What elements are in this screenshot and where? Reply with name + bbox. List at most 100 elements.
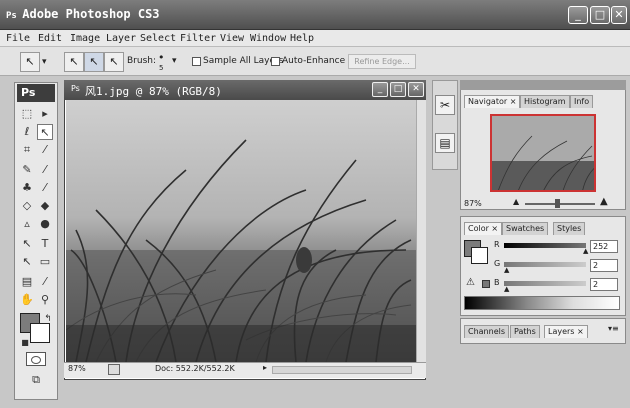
menu-edit[interactable]: Edit — [38, 33, 62, 44]
minimize-button[interactable]: _ — [568, 6, 588, 24]
menu-layer[interactable]: Layer — [106, 33, 136, 44]
brush-tool-icon[interactable]: ⁄ — [37, 162, 53, 178]
menu-filter[interactable]: Filter — [180, 33, 216, 44]
clone-stamp-icon[interactable]: ♣ — [19, 180, 35, 196]
navigator-slider-thumb[interactable] — [555, 199, 560, 208]
quick-select-tool-icon[interactable]: ↖ — [37, 124, 53, 140]
swap-colors-icon[interactable]: ↰ — [40, 311, 56, 327]
new-selection-button[interactable]: ↖ — [64, 52, 84, 72]
tab-paths[interactable]: Paths — [510, 325, 540, 338]
healing-brush-icon[interactable]: ✎ — [19, 162, 35, 178]
doc-minimize-button[interactable]: _ — [372, 82, 388, 97]
g-label: G — [494, 259, 501, 268]
b-value-field[interactable]: 2 — [590, 278, 618, 291]
tab-styles[interactable]: Styles — [553, 222, 586, 235]
notes-tool-icon[interactable]: ▤ — [19, 274, 35, 290]
blur-tool-icon[interactable]: ▵ — [19, 216, 35, 232]
b-label: B — [494, 278, 500, 287]
status-menu-button[interactable] — [108, 364, 120, 375]
tab-navigator[interactable]: Navigator × — [464, 95, 521, 108]
screen-mode-icon[interactable]: ⧉ — [28, 372, 44, 388]
document-icon: Ps — [71, 84, 80, 93]
b-slider[interactable] — [504, 281, 586, 286]
doc-close-button[interactable]: ✕ — [408, 82, 424, 97]
subtract-selection-icon: ↖ — [109, 55, 119, 68]
tab-color[interactable]: Color × — [464, 222, 503, 235]
dodge-tool-icon[interactable]: ● — [37, 216, 53, 232]
brush-preview[interactable]: • — [158, 51, 165, 64]
path-select-icon[interactable]: ↖ — [19, 236, 35, 252]
ps-icon: Ps — [6, 11, 23, 21]
document-vertical-scrollbar[interactable] — [416, 100, 426, 362]
g-value-field[interactable]: 2 — [590, 259, 618, 272]
zoom-in-icon[interactable]: ▲ — [600, 196, 608, 207]
navigator-thumbnail[interactable] — [490, 114, 596, 192]
auto-enhance-checkbox[interactable] — [271, 57, 280, 66]
default-colors-icon[interactable]: ■ — [17, 335, 33, 351]
tab-layers[interactable]: Layers × — [544, 325, 588, 338]
color-background-swatch[interactable] — [471, 247, 488, 264]
subtract-selection-button[interactable]: ↖ — [104, 52, 124, 72]
shape-tool-icon[interactable]: ▭ — [37, 254, 53, 270]
status-arrow-icon[interactable]: ▸ — [263, 363, 267, 372]
window-title: Ps Adobe Photoshop CS3 — [6, 7, 160, 21]
marquee-tool-icon[interactable]: ⬚ — [19, 106, 35, 122]
brush-size: 5 — [159, 64, 164, 72]
close-button[interactable]: ✕ — [611, 6, 627, 24]
gamut-warning-icon[interactable]: ⚠ — [466, 277, 475, 288]
r-slider-thumb[interactable]: ▲ — [583, 247, 588, 255]
r-slider[interactable] — [504, 243, 586, 248]
layer-comps-icon[interactable]: ▤ — [435, 133, 455, 153]
quick-select-icon: ↖ — [25, 55, 35, 68]
document-title: 风1.jpg @ 87% (RGB/8) — [85, 85, 222, 98]
navigator-zoom-slider[interactable] — [525, 203, 595, 205]
gamut-color-chip[interactable] — [482, 280, 490, 288]
paint-bucket-icon[interactable]: ◆ — [37, 198, 53, 214]
preset-dropdown-arrow[interactable]: ▾ — [42, 57, 47, 67]
menu-window[interactable]: Window — [250, 33, 286, 44]
document-size: Doc: 552.2K/552.2K — [155, 364, 235, 373]
crop-tool-icon[interactable]: ⌗ — [19, 142, 35, 158]
history-brush-icon[interactable]: ⁄ — [37, 180, 53, 196]
lasso-tool-icon[interactable]: ℓ — [19, 124, 35, 140]
sample-all-layers-checkbox[interactable] — [192, 57, 201, 66]
image-canvas[interactable] — [66, 100, 416, 362]
zoom-level[interactable]: 87% — [68, 364, 86, 373]
eyedropper-tool-icon[interactable]: ⁄ — [37, 142, 53, 158]
tab-histogram[interactable]: Histogram — [520, 95, 570, 108]
layers-panel-menu-icon[interactable]: ▾≡ — [608, 324, 619, 333]
r-value-field[interactable]: 252 — [590, 240, 618, 253]
eraser-tool-icon[interactable]: ◇ — [19, 198, 35, 214]
tab-swatches[interactable]: Swatches — [502, 222, 549, 235]
menu-select[interactable]: Select — [140, 33, 176, 44]
navigator-panel-header[interactable] — [460, 80, 626, 90]
g-slider-thumb[interactable]: ▲ — [504, 266, 509, 274]
zoom-tool-icon[interactable]: ⚲ — [37, 292, 53, 308]
tab-channels[interactable]: Channels — [464, 325, 510, 338]
add-selection-button[interactable]: ↖ — [84, 52, 104, 72]
refine-edge-button[interactable]: Refine Edge... — [348, 54, 416, 69]
menu-help[interactable]: Help — [290, 33, 314, 44]
doc-maximize-button[interactable]: □ — [390, 82, 406, 97]
tool-presets-icon[interactable]: ✂ — [435, 95, 455, 115]
menu-view[interactable]: View — [220, 33, 244, 44]
tool-preset-picker[interactable]: ↖ — [20, 52, 40, 72]
menu-file[interactable]: File — [6, 33, 30, 44]
tab-info[interactable]: Info — [570, 95, 594, 108]
horizontal-scrollbar[interactable] — [272, 366, 412, 374]
b-slider-thumb[interactable]: ▲ — [504, 285, 509, 293]
r-label: R — [494, 240, 500, 249]
navigator-zoom[interactable]: 87% — [464, 199, 482, 208]
move-tool-icon[interactable]: ▸ — [37, 106, 53, 122]
g-slider[interactable] — [504, 262, 586, 267]
hand-tool-icon[interactable]: ✋ — [19, 292, 35, 308]
color-spectrum-bar[interactable] — [464, 296, 620, 310]
type-tool-icon[interactable]: T — [37, 236, 53, 252]
menu-image[interactable]: Image — [70, 33, 100, 44]
zoom-out-icon[interactable]: ▲ — [513, 197, 519, 206]
direct-select-icon[interactable]: ↖ — [19, 254, 35, 270]
eyedropper-icon[interactable]: ⁄ — [37, 274, 53, 290]
quick-mask-button[interactable] — [26, 352, 46, 366]
maximize-button[interactable]: □ — [590, 6, 610, 24]
brush-dropdown-arrow[interactable]: ▾ — [172, 56, 177, 66]
